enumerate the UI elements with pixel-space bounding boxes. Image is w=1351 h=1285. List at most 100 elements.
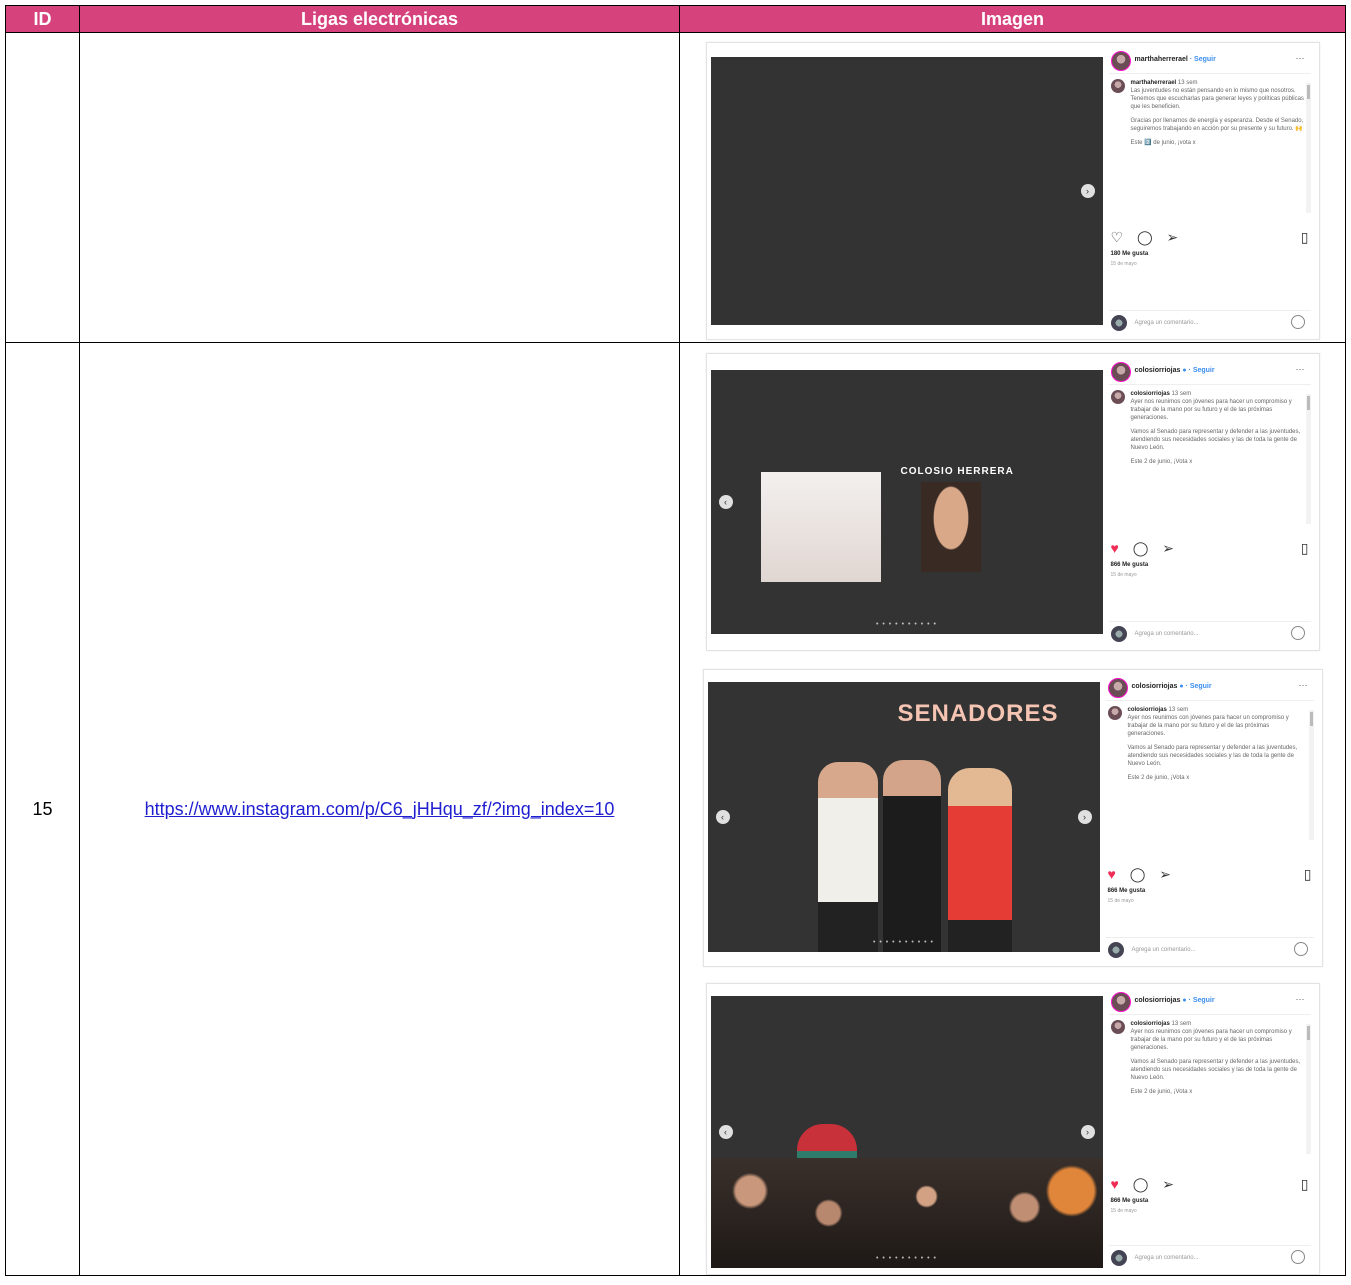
caption-username[interactable]: colosiorriojas <box>1131 391 1170 397</box>
stage-screen <box>760 472 881 582</box>
scrollbar[interactable] <box>1305 394 1311 524</box>
caption-username[interactable]: marthaherrerael <box>1131 80 1177 86</box>
avatar[interactable] <box>1107 678 1128 698</box>
likes-count[interactable]: 180 Me gusta <box>1111 251 1149 257</box>
instagram-screenshot: COLOSIO HERRERA ‹ • • • • • • • • • • co… <box>705 353 1320 651</box>
caption-paragraph: Las juventudes no están pensando en lo m… <box>1130 87 1304 110</box>
comment-input[interactable]: Agrega un comentario... <box>1132 947 1196 953</box>
person <box>882 760 941 952</box>
share-icon[interactable]: ➢ <box>1162 1176 1174 1192</box>
post-sidebar: colosiorriojas ● · Seguir ··· colosiorri… <box>1102 670 1318 966</box>
header-id: ID <box>5 5 80 33</box>
scrollbar[interactable] <box>1305 82 1311 213</box>
action-bar: ♥ ◯ ➢ ▯ <box>1108 866 1312 882</box>
share-icon[interactable]: ➢ <box>1162 540 1174 556</box>
link[interactable]: https://www.instagram.com/p/C6_jHHqu_zf/… <box>90 798 670 820</box>
username[interactable]: colosiorriojas <box>1135 367 1181 374</box>
avatar <box>1110 1250 1127 1266</box>
heart-icon[interactable]: ♥ <box>1108 866 1116 882</box>
avatar <box>1107 942 1124 958</box>
username[interactable]: colosiorriojas <box>1132 683 1178 690</box>
comment-box: Agrega un comentario... <box>1108 621 1311 646</box>
share-icon[interactable]: ➢ <box>1167 229 1179 245</box>
post-photo: ‹ › • • • • • • • • • • <box>710 996 1103 1268</box>
instagram-screenshot: ‹ › • • • • • • • • • • colosiorriojas ●… <box>705 983 1320 1275</box>
username[interactable]: colosiorriojas <box>1135 997 1181 1004</box>
emoji-icon[interactable] <box>1293 942 1308 956</box>
caption-username[interactable]: colosiorriojas <box>1131 1021 1170 1027</box>
comment-box: Agrega un comentario... <box>1108 1245 1311 1270</box>
image-cell: › marthaherrerael · Seguir ··· marthaher… <box>679 32 1346 343</box>
post-header: colosiorriojas ● · Seguir ··· <box>1108 990 1311 1015</box>
avatar <box>1110 314 1127 331</box>
avatar[interactable] <box>1110 362 1131 382</box>
username[interactable]: marthaherrerael <box>1135 56 1188 63</box>
prev-arrow-icon[interactable]: ‹ <box>718 495 733 509</box>
heart-icon[interactable]: ♥ <box>1111 1176 1119 1192</box>
caption-paragraph: Ayer nos reunimos con jóvenes para hacer… <box>1130 1029 1292 1051</box>
next-arrow-icon[interactable]: › <box>1077 810 1092 824</box>
bookmark-icon[interactable]: ▯ <box>1301 1176 1309 1192</box>
person <box>947 768 1012 952</box>
verified-icon: ● <box>1182 367 1187 374</box>
share-icon[interactable]: ➢ <box>1159 866 1171 882</box>
emoji-icon[interactable] <box>1290 626 1305 640</box>
post-date: 15 de mayo <box>1110 1208 1137 1214</box>
comment-icon[interactable]: ◯ <box>1137 229 1153 245</box>
next-arrow-icon[interactable]: › <box>1080 1125 1095 1139</box>
post-header: colosiorriojas ● · Seguir ··· <box>1105 676 1314 701</box>
more-options-icon[interactable]: ··· <box>1299 680 1308 690</box>
caption-paragraph: Vamos al Senado para representar y defen… <box>1130 429 1301 451</box>
comment-icon[interactable]: ◯ <box>1133 1176 1149 1192</box>
caption-paragraph: Este 2 de junio, ¡Vota x <box>1130 1089 1193 1095</box>
next-arrow-icon[interactable]: › <box>1080 183 1095 198</box>
heart-icon[interactable]: ♡ <box>1111 229 1124 245</box>
avatar[interactable] <box>1110 50 1131 71</box>
comment-input[interactable]: Agrega un comentario... <box>1135 1255 1199 1261</box>
crowd <box>710 1158 1103 1268</box>
follow-button[interactable]: · Seguir <box>1186 683 1212 690</box>
caption-username[interactable]: colosiorriojas <box>1128 707 1167 713</box>
instagram-screenshot: SENADORES ‹ › • • • • • • • • • • colosi… <box>702 669 1323 967</box>
comment-icon[interactable]: ◯ <box>1130 866 1146 882</box>
post-photo: COLOSIO HERRERA ‹ • • • • • • • • • • <box>710 370 1103 634</box>
link-cell <box>79 32 680 343</box>
likes-count[interactable]: 866 Me gusta <box>1108 888 1146 894</box>
likes-count[interactable]: 866 Me gusta <box>1111 562 1149 568</box>
heart-icon[interactable]: ♥ <box>1111 540 1119 556</box>
likes-count[interactable]: 866 Me gusta <box>1111 1198 1149 1204</box>
instagram-screenshot: › marthaherrerael · Seguir ··· marthaher… <box>705 41 1320 340</box>
more-options-icon[interactable]: ··· <box>1296 994 1305 1004</box>
id-cell <box>5 32 80 343</box>
more-options-icon[interactable]: ··· <box>1296 364 1305 374</box>
action-bar: ♥ ◯ ➢ ▯ <box>1111 1176 1309 1192</box>
emoji-icon[interactable] <box>1290 1250 1305 1264</box>
avatar[interactable] <box>1110 992 1131 1012</box>
carousel-dots: • • • • • • • • • • <box>875 1255 937 1262</box>
prev-arrow-icon[interactable]: ‹ <box>715 810 730 824</box>
scrollbar[interactable] <box>1305 1024 1311 1154</box>
more-options-icon[interactable]: ··· <box>1296 53 1305 63</box>
follow-button[interactable]: · Seguir <box>1189 367 1215 374</box>
scrollbar[interactable] <box>1308 710 1314 840</box>
emoji-icon[interactable] <box>1290 314 1305 329</box>
caption-time: 13 sem <box>1177 79 1198 86</box>
caption: colosiorriojas 13 sem Ayer nos reunimos c… <box>1106 706 1308 846</box>
prev-arrow-icon[interactable]: ‹ <box>718 1125 733 1139</box>
comment-input[interactable]: Agrega un comentario... <box>1135 631 1199 637</box>
follow-button[interactable]: · Seguir <box>1189 997 1215 1004</box>
caption-paragraph: Ayer nos reunimos con jóvenes para hacer… <box>1130 399 1292 421</box>
comment-icon[interactable]: ◯ <box>1133 540 1149 556</box>
caption-time: 13 sem <box>1168 707 1189 713</box>
post-photo: › <box>710 56 1103 325</box>
caption-paragraph: Este 2️⃣ de junio, ¡vota x <box>1130 139 1196 146</box>
bookmark-icon[interactable]: ▯ <box>1304 866 1312 882</box>
bookmark-icon[interactable]: ▯ <box>1301 540 1309 556</box>
follow-button[interactable]: · Seguir <box>1190 56 1216 63</box>
comment-input[interactable]: Agrega un comentario... <box>1135 320 1199 326</box>
avatar <box>1110 390 1125 404</box>
header-row: ID Ligas electrónicas Imagen <box>5 5 1346 33</box>
header-image: Imagen <box>679 5 1346 33</box>
bookmark-icon[interactable]: ▯ <box>1301 229 1309 245</box>
link-cell: https://www.instagram.com/p/C6_jHHqu_zf/… <box>79 342 680 1276</box>
